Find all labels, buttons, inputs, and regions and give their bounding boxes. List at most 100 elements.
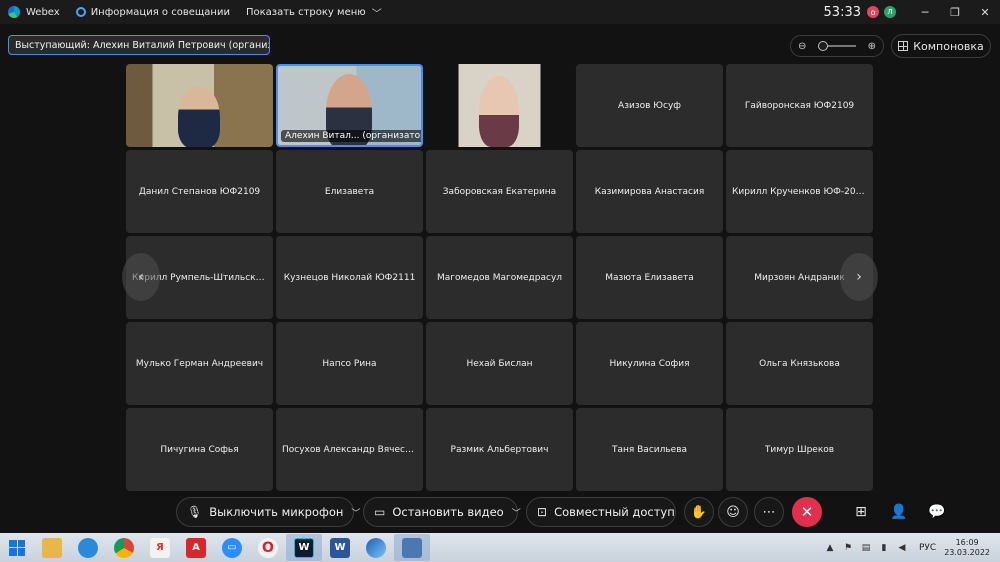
participant-name: Посухов Александр Вячесла... [282, 444, 417, 455]
participant-tile[interactable]: Мазюта Елизавета [576, 236, 723, 319]
participant-name: Напсо Рина [322, 358, 377, 369]
taskbar-yandex[interactable]: Я [142, 534, 178, 561]
taskbar-word[interactable]: W [322, 534, 358, 561]
reactions-button[interactable]: ☺ [718, 497, 748, 527]
app-name: Webex [26, 6, 60, 18]
zoom-app-icon: ▭ [222, 537, 242, 558]
taskbar-chrome[interactable] [106, 534, 142, 561]
clock[interactable]: 16:09 23.03.2022 [944, 538, 990, 558]
share-button[interactable]: ⊡ Совместный доступ [526, 497, 676, 527]
participant-tile[interactable]: Заборовская Екатерина [426, 150, 573, 233]
battery-icon[interactable]: ▮ [877, 543, 891, 553]
participant-tile[interactable]: Тимур Шреков [726, 408, 873, 491]
close-window-button[interactable]: ✕ [970, 0, 1000, 24]
participant-name: Мулько Герман Андреевич [135, 358, 264, 369]
chevron-down-icon[interactable]: ﹀ [351, 506, 360, 519]
chevron-right-icon: › [856, 269, 862, 285]
title-bar: Webex Информация о совещании Показать ст… [0, 0, 1000, 24]
hand-raise-button[interactable]: ✋ [684, 497, 714, 527]
participant-tile[interactable]: Размик Альбертович [426, 408, 573, 491]
participant-tile[interactable]: Данил Степанов ЮФ2109 [126, 150, 273, 233]
zoom-track[interactable] [818, 41, 856, 51]
participant-tile[interactable]: Нехай Бислан [426, 322, 573, 405]
video-feed [426, 64, 573, 147]
next-page-button[interactable]: › [840, 253, 878, 301]
participant-tile[interactable]: Никулина София [576, 322, 723, 405]
smiley-icon: ☺ [726, 504, 740, 520]
participant-tile[interactable]: Пичугина Софья [126, 408, 273, 491]
layout-button[interactable]: Компоновка [891, 34, 991, 58]
microphone-icon: 🎙 [187, 505, 203, 519]
zoom-slider[interactable]: ⊖ ⊕ [790, 35, 884, 57]
participant-tile[interactable]: Магомедов Магомедрасул [426, 236, 573, 319]
participant-name: Азизов Юсуф [618, 100, 681, 111]
participant-tile[interactable] [426, 64, 573, 147]
chevron-left-icon: ‹ [138, 269, 144, 285]
taskbar-app-bird[interactable] [70, 534, 106, 561]
participant-tile[interactable]: Казимирова Анастасия [576, 150, 723, 233]
participant-name: Заборовская Екатерина [442, 186, 557, 197]
participant-tile[interactable]: Кузнецов Николай ЮФ2111 [276, 236, 423, 319]
start-button[interactable] [0, 533, 34, 562]
taskbar-opera[interactable]: O [250, 534, 286, 561]
windows-logo-icon [9, 539, 25, 556]
user-avatar[interactable]: Л [884, 6, 896, 18]
participant-tile[interactable]: Гайворонская ЮФ2109 [726, 64, 873, 147]
participants-button[interactable]: 👤 [884, 497, 914, 527]
participant-tile[interactable]: Посухов Александр Вячесла... [276, 408, 423, 491]
zoom-knob[interactable] [818, 41, 828, 51]
participant-grid: Алехин Витал... (организатор) Азизов Юсуф… [126, 64, 876, 491]
flag-icon[interactable]: ⚑ [841, 543, 855, 553]
meeting-info-label: Информация о совещании [90, 6, 230, 18]
more-options-button[interactable]: ⋯ [754, 497, 784, 527]
yandex-icon: Я [150, 537, 170, 558]
participant-tile[interactable]: Елизавета [276, 150, 423, 233]
tray-expand-icon[interactable]: ▲ [823, 543, 837, 553]
participant-name: Ольга Князькова [759, 358, 840, 369]
chat-button[interactable]: 💬 [922, 497, 952, 527]
participant-tile[interactable]: Ольга Князькова [726, 322, 873, 405]
system-tray: ▲ ⚑ ▤ ▮ ◀ РУС 16:09 23.03.2022 [821, 533, 1000, 562]
folder-icon [42, 537, 62, 558]
video-feed [126, 64, 273, 147]
show-menu-button[interactable]: Показать строку меню ﹀ [238, 0, 390, 24]
participant-name: Магомедов Магомедрасул [436, 272, 563, 283]
language-indicator[interactable]: РУС [919, 543, 936, 553]
participant-tile[interactable]: Напсо Рина [276, 322, 423, 405]
participant-tile[interactable]: Таня Васильева [576, 408, 723, 491]
volume-icon[interactable]: ◀ [895, 543, 909, 553]
windows-taskbar: Я A ▭ O W W ▲ ⚑ ▤ ▮ ◀ РУС 16:09 23.03.20… [0, 533, 1000, 562]
zoom-in-icon[interactable]: ⊕ [868, 41, 876, 52]
chevron-down-icon[interactable]: ﹀ [512, 506, 521, 519]
info-icon [75, 7, 86, 17]
camera-icon: ▭ [374, 505, 386, 519]
minimize-button[interactable]: ─ [910, 0, 940, 24]
meeting-controls: 🎙 Выключить микрофон ﹀ ▭ Остановить виде… [0, 495, 1000, 529]
meeting-info-button[interactable]: Информация о совещании [68, 0, 238, 24]
taskbar-webex[interactable]: W [286, 534, 322, 561]
apps-button[interactable]: ⊞ [846, 497, 876, 527]
taskbar-acrobat[interactable]: A [178, 534, 214, 561]
participant-tile[interactable]: Мулько Герман Андреевич [126, 322, 273, 405]
participants-icon: 👤 [890, 504, 908, 520]
participant-tile[interactable] [126, 64, 273, 147]
stop-video-button[interactable]: ▭ Остановить видео ﹀ [363, 497, 521, 527]
taskbar-explorer[interactable] [34, 534, 70, 561]
taskbar-app-screen[interactable] [394, 534, 430, 561]
network-icon[interactable]: ▤ [859, 543, 873, 553]
app-menu[interactable]: Webex [0, 0, 68, 24]
end-call-button[interactable]: ✕ [792, 497, 822, 527]
grid-layout-icon [898, 41, 909, 51]
participant-tile[interactable]: Азизов Юсуф [576, 64, 723, 147]
participant-tile[interactable]: Кирилл Крученков ЮФ-2005 [726, 150, 873, 233]
participant-tile[interactable]: Алехин Витал... (организатор) [276, 64, 423, 147]
restore-button[interactable]: ❐ [940, 0, 970, 24]
show-menu-label: Показать строку меню [245, 6, 366, 18]
taskbar-app-wave[interactable] [358, 534, 394, 561]
taskbar-zoom[interactable]: ▭ [214, 534, 250, 561]
opera-icon: O [258, 537, 278, 558]
notification-badge[interactable]: о [867, 6, 879, 18]
mute-button[interactable]: 🎙 Выключить микрофон ﹀ [176, 497, 360, 527]
previous-page-button[interactable]: ‹ [122, 253, 160, 301]
zoom-out-icon[interactable]: ⊖ [798, 41, 806, 52]
